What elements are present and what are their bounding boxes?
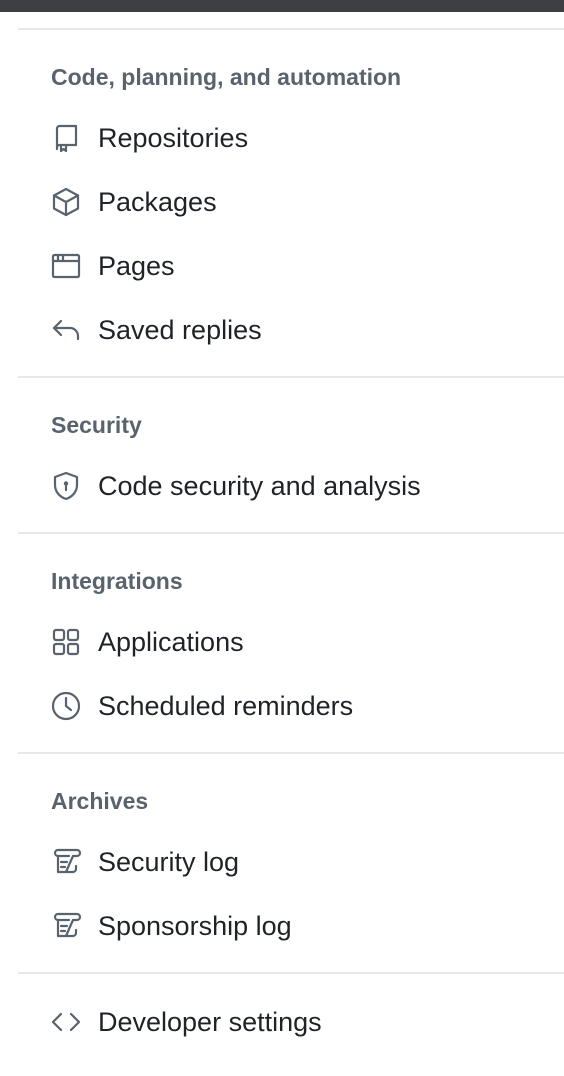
sidebar-item-label: Applications — [98, 627, 244, 657]
log-icon — [50, 846, 82, 878]
sidebar-item-label: Code security and analysis — [98, 471, 421, 501]
repo-icon — [50, 122, 82, 154]
sidebar-item-developer-settings[interactable]: Developer settings — [40, 994, 550, 1050]
sidebar-item-scheduled-reminders[interactable]: Scheduled reminders — [40, 678, 550, 734]
divider — [18, 532, 564, 534]
section-heading-security: Security — [51, 412, 142, 438]
sidebar-item-label: Packages — [98, 187, 217, 217]
sidebar-item-packages[interactable]: Packages — [40, 174, 550, 230]
section-heading-integrations: Integrations — [51, 568, 183, 594]
package-icon — [50, 186, 82, 218]
sidebar-item-sponsorship-log[interactable]: Sponsorship log — [40, 898, 550, 954]
shield-lock-icon — [50, 470, 82, 502]
top-bar — [0, 0, 564, 12]
divider — [18, 28, 564, 30]
code-icon — [50, 1006, 82, 1038]
sidebar-item-label: Repositories — [98, 123, 249, 153]
sidebar-item-label: Security log — [98, 847, 240, 877]
divider — [18, 972, 564, 974]
browser-icon — [50, 250, 82, 282]
apps-icon — [50, 626, 82, 658]
sidebar-item-repositories[interactable]: Repositories — [40, 110, 550, 166]
sidebar-item-label: Saved replies — [98, 315, 262, 345]
divider — [18, 376, 564, 378]
sidebar-item-applications[interactable]: Applications — [40, 614, 550, 670]
reply-icon — [50, 314, 82, 346]
sidebar-item-security-log[interactable]: Security log — [40, 834, 550, 890]
sidebar-item-label: Pages — [98, 251, 175, 281]
sidebar-item-saved-replies[interactable]: Saved replies — [40, 302, 550, 358]
clock-icon — [50, 690, 82, 722]
sidebar-item-label: Scheduled reminders — [98, 691, 354, 721]
sidebar-item-label: Developer settings — [98, 1007, 322, 1037]
divider — [18, 752, 564, 754]
sidebar-item-label: Sponsorship log — [98, 911, 292, 941]
section-heading-archives: Archives — [51, 788, 149, 814]
sidebar-item-pages[interactable]: Pages — [40, 238, 550, 294]
log-icon — [50, 910, 82, 942]
sidebar-item-code-security-analysis[interactable]: Code security and analysis — [40, 458, 550, 514]
section-heading-code-planning-automation: Code, planning, and automation — [51, 64, 402, 90]
